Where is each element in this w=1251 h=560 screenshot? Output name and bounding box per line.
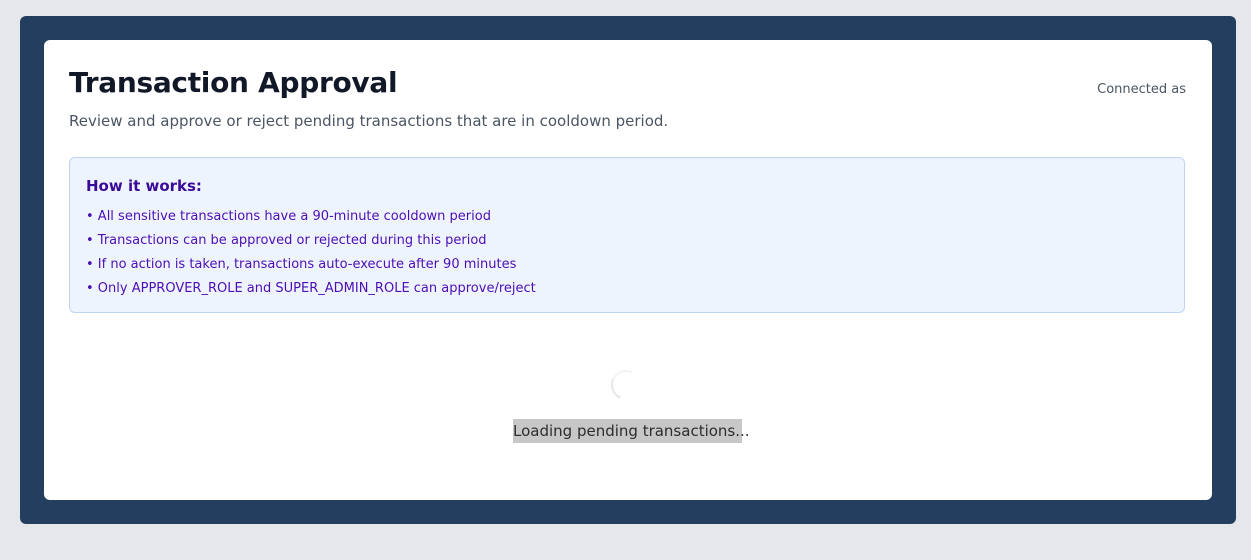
connected-as-label: Connected as xyxy=(1097,82,1186,97)
page-subtitle: Review and approve or reject pending tra… xyxy=(69,112,669,130)
page-title: Transaction Approval xyxy=(69,66,398,99)
list-item: • Transactions can be approved or reject… xyxy=(86,233,487,248)
list-item: • Only APPROVER_ROLE and SUPER_ADMIN_ROL… xyxy=(86,281,536,296)
how-it-works-list: • All sensitive transactions have a 90-m… xyxy=(86,208,536,304)
loading-spinner-icon xyxy=(606,365,646,405)
transaction-approval-card: Transaction Approval Connected as Review… xyxy=(44,40,1212,500)
app-frame: Transaction Approval Connected as Review… xyxy=(20,16,1236,524)
how-it-works-title: How it works: xyxy=(86,177,202,195)
loading-message: Loading pending transactions... xyxy=(513,419,750,443)
how-it-works-box: How it works: • All sensitive transactio… xyxy=(69,157,1185,313)
list-item: • If no action is taken, transactions au… xyxy=(86,257,517,272)
list-item: • All sensitive transactions have a 90-m… xyxy=(86,209,491,224)
